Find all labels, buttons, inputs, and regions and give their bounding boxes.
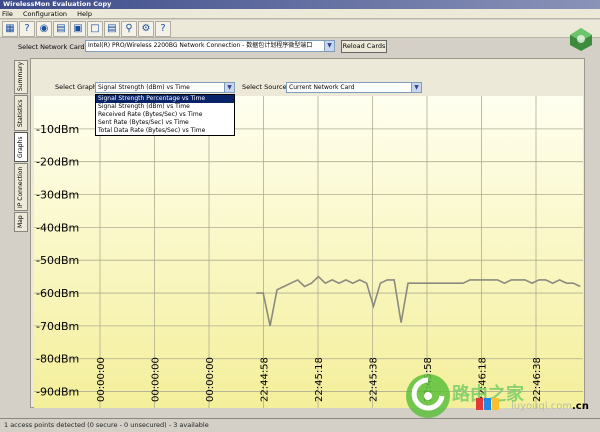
select-source-dropdown[interactable]: Current Network Card ▼ [286,82,422,93]
settings-icon[interactable]: ⚙ [138,21,154,37]
watermark-url: luyouqi.com [511,401,573,412]
graph-option[interactable]: Received Rate (Bytes/Sec) vs Time [96,111,234,119]
chevron-down-icon[interactable]: ▼ [224,83,234,92]
x-tick-label: 00:00:00 [151,357,162,402]
globe-icon[interactable]: ◉ [36,21,52,37]
signal-chart-svg: -10dBm -20dBm -30dBm -40dBm -50dBm -60dBm -70d… [34,96,583,408]
graph-option[interactable]: Signal Strength Percentage vs Time [96,95,234,103]
graph-options-list: Signal Strength Percentage vs Time Signa… [95,94,235,136]
tab-statistics[interactable]: Statistics [14,95,28,131]
status-bar: 1 access points detected (0 secure - 0 u… [0,418,600,432]
network-card-label: Select Network Card [18,43,85,51]
side-tabs: Summary Statistics Graphs IP Connection … [14,58,30,318]
tab-summary[interactable]: Summary [14,60,28,94]
about-icon[interactable]: ? [155,21,171,37]
y-tick-label: -80dBm [36,353,79,366]
graph-option[interactable]: Total Data Rate (Bytes/Sec) vs Time [96,127,234,135]
reload-cards-button[interactable]: Reload Cards [341,40,387,53]
graph-option[interactable]: Signal Strength (dBm) vs Time [96,103,234,111]
menu-configuration[interactable]: Configuration [23,10,67,18]
x-tick-label: 00:00:00 [205,357,216,402]
y-tick-label: -90dBm [36,386,79,399]
chart-icon[interactable]: ▤ [53,21,69,37]
plot-background [34,96,583,408]
search-icon[interactable]: ⚲ [121,21,137,37]
watermark-color-blocks [476,396,508,410]
network-card-value: Intel(R) PRO/Wireless 2200BG Network Con… [88,42,313,49]
y-tick-label: -20dBm [36,156,79,169]
menu-file[interactable]: File [2,10,13,18]
select-graph-label: Select Graph [55,83,98,91]
y-tick-label: -10dBm [36,123,79,136]
network-icon[interactable]: ▣ [70,21,86,37]
y-tick-label: -70dBm [36,320,79,333]
select-graph-dropdown[interactable]: Signal Strength (dBm) vs Time ▼ [95,82,235,93]
x-tick-label: 00:00:00 [96,357,107,402]
y-tick-label: -60dBm [36,287,79,300]
menu-help[interactable]: Help [77,10,92,18]
document-icon[interactable]: □ [87,21,103,37]
tab-graphs[interactable]: Graphs [14,132,28,162]
chevron-down-icon[interactable]: ▼ [324,41,334,51]
help-icon[interactable]: ? [19,21,35,37]
network-card-select[interactable]: Intel(R) PRO/Wireless 2200BG Network Con… [85,40,335,52]
graph-option[interactable]: Sent Rate (Bytes/Sec) vs Time [96,119,234,127]
x-tick-label: 22:46:38 [532,357,543,402]
toolbar: ▦ ? ◉ ▤ ▣ □ ▤ ⚲ ⚙ ? [0,20,600,38]
watermark-cn: .cn [572,401,589,412]
network-card-row: Select Network Card Intel(R) PRO/Wireles… [0,39,600,55]
menu-bar: File Configuration Help [0,9,600,19]
tab-map[interactable]: Map [14,212,28,232]
select-source-label: Select Source [242,83,287,91]
select-source-value: Current Network Card [289,84,355,91]
x-tick-label: 22:45:18 [314,357,325,402]
select-graph-value: Signal Strength (dBm) vs Time [98,84,190,91]
watermark-logo-icon [406,374,450,418]
copy-icon[interactable]: ▤ [104,21,120,37]
window-title: WirelessMon Evaluation Copy [0,0,600,9]
signal-chart: -10dBm -20dBm -30dBm -40dBm -50dBm -60dBm -70d… [34,96,583,408]
y-tick-label: -40dBm [36,221,79,234]
x-tick-label: 22:45:38 [369,357,380,402]
chevron-down-icon[interactable]: ▼ [411,83,421,92]
y-tick-label: -30dBm [36,189,79,202]
y-tick-label: -50dBm [36,254,79,267]
x-tick-label: 22:44:58 [260,357,271,402]
tab-ip-connection[interactable]: IP Connection [14,163,28,211]
save-icon[interactable]: ▦ [2,21,18,37]
